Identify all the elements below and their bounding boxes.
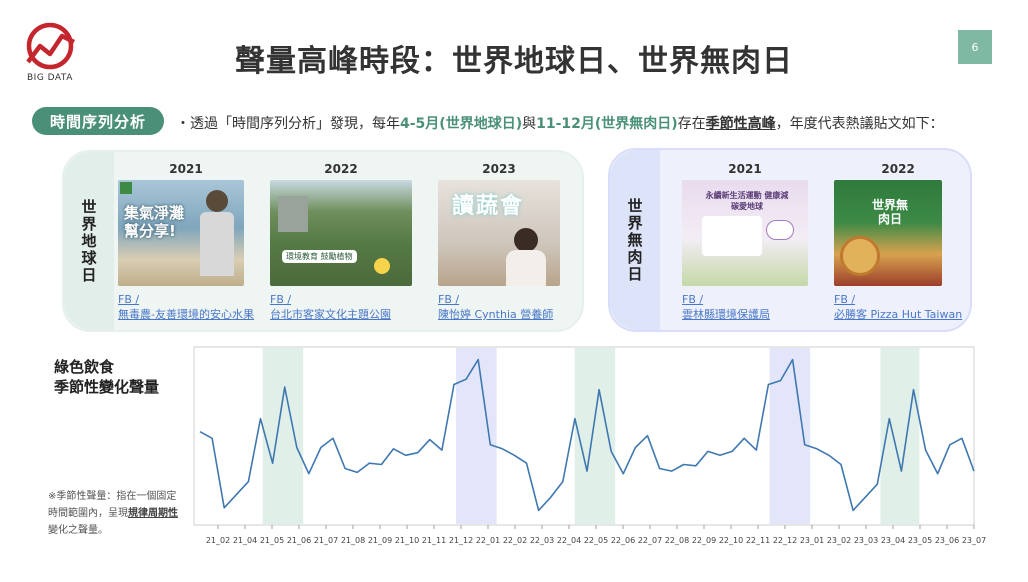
x-tick-label: 21_10: [395, 536, 419, 545]
x-tick-label: 21_02: [206, 536, 230, 545]
highlight-band-1: [456, 348, 497, 524]
x-tick-label: 23_04: [881, 536, 905, 545]
x-tick-label: 22_09: [692, 536, 716, 545]
seasonal-volume-chart: 21_02 21_04 21_05 21_06 21_07 21_08 21_09 21_10…: [193, 346, 986, 545]
x-tick-label: 21_08: [341, 536, 365, 545]
x-tick-label: 23_03: [854, 536, 878, 545]
x-tick-label: 22_05: [584, 536, 608, 545]
x-tick-label: 22_10: [719, 536, 743, 545]
x-tick-label: 22_03: [530, 536, 554, 545]
x-tick-label: 23_07: [962, 536, 986, 545]
x-tick-label: 21_11: [422, 536, 446, 545]
x-tick-label: 21_05: [260, 536, 284, 545]
x-tick-label: 22_02: [503, 536, 527, 545]
x-tick-label: 23_05: [908, 536, 932, 545]
x-tick-label: 22_06: [611, 536, 635, 545]
x-tick-label: 23_02: [827, 536, 851, 545]
x-tick-label: 23_06: [935, 536, 959, 545]
x-tick-label: 22_07: [638, 536, 662, 545]
highlight-band-0: [262, 348, 304, 524]
x-tick-label: 21_07: [314, 536, 338, 545]
x-tick-label: 22_11: [746, 536, 770, 545]
x-tick-label: 21_09: [368, 536, 392, 545]
x-tick-label: 21_06: [287, 536, 311, 545]
x-tick-label: 22_04: [557, 536, 581, 545]
slide: BIG DATA 聲量高峰時段：世界地球日、世界無肉日 6 時間序列分析 ・透過…: [0, 0, 1028, 582]
x-tick-label: 22_08: [665, 536, 689, 545]
x-tick-label: 22_12: [773, 536, 797, 545]
x-tick-label: 22_01: [476, 536, 500, 545]
highlight-band-2: [574, 348, 616, 524]
x-tick-label: 21_12: [449, 536, 473, 545]
x-tick-label: 21_04: [233, 536, 257, 545]
x-tick-label: 23_01: [800, 536, 824, 545]
